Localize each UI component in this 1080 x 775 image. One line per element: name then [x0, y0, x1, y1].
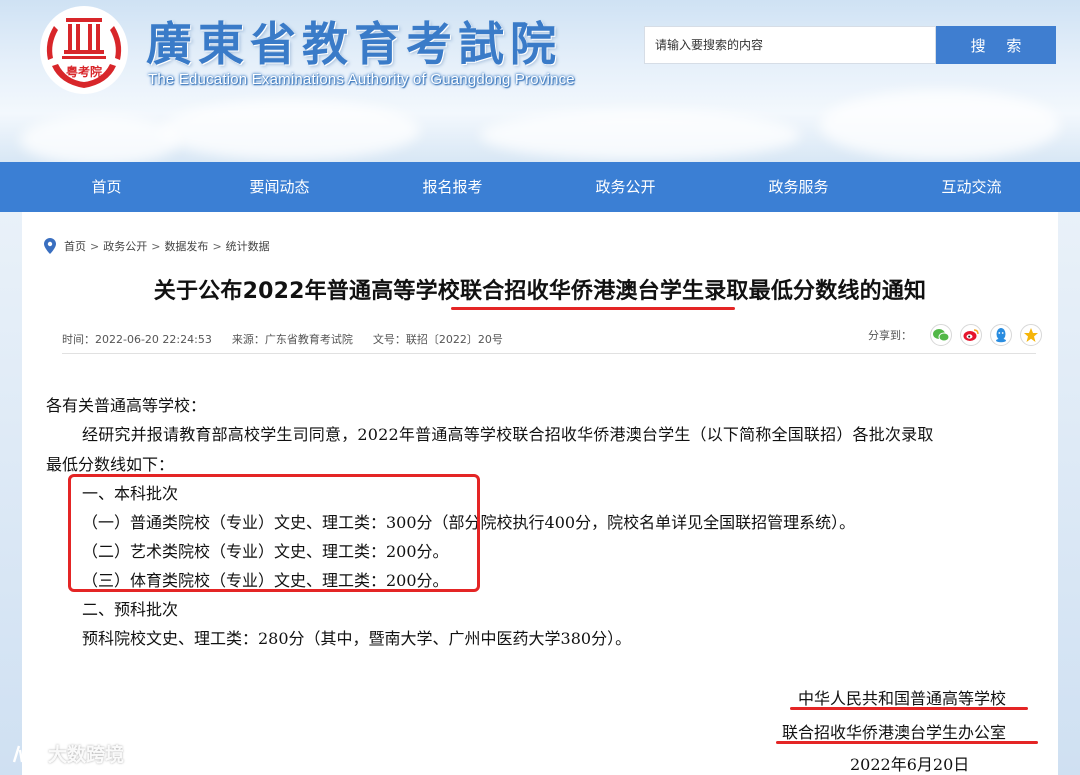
- signature-underline-1: [790, 707, 1028, 710]
- location-pin-icon: [44, 238, 56, 254]
- wechat-icon[interactable]: [930, 324, 952, 346]
- site-title: 廣東省教育考試院: [146, 17, 562, 71]
- intro-paragraph-line2: 最低分数线如下：: [46, 455, 175, 474]
- nav-item-interaction[interactable]: 互动交流: [885, 162, 1058, 212]
- qzone-star-icon[interactable]: [1020, 324, 1042, 346]
- article-title: 关于公布2022年普通高等学校联合招收华侨港澳台学生录取最低分数线的通知: [153, 279, 927, 304]
- qq-icon[interactable]: [990, 324, 1012, 346]
- watermark: 大数跨境: [10, 740, 124, 767]
- breadcrumb-separator: >: [90, 239, 100, 253]
- site-header: 粤考院 廣東省教育考試院 The Education Examinations …: [0, 0, 1080, 162]
- preparatory-line: 预科院校文史、理工类：280分（其中，暨南大学、广州中医药大学380分）。: [82, 629, 632, 648]
- breadcrumb-separator: >: [212, 239, 222, 253]
- nav-item-services[interactable]: 政务服务: [712, 162, 885, 212]
- title-highlight-underline: [451, 307, 735, 310]
- share-bar: 分享到：: [868, 323, 1042, 347]
- article-meta: 时间：2022-06-20 22:24:53 来源：广东省教育考试院 文号：联招…: [62, 331, 523, 347]
- main-nav: 首页 要闻动态 报名报考 政务公开 政务服务 互动交流: [0, 162, 1080, 212]
- breadcrumb-data-release[interactable]: 数据发布: [164, 238, 208, 254]
- article-source: 来源：广东省教育考试院: [231, 333, 353, 346]
- breadcrumb-statistics[interactable]: 统计数据: [226, 238, 270, 254]
- breadcrumb-public-affairs[interactable]: 政务公开: [103, 238, 147, 254]
- meta-divider: [62, 353, 1036, 354]
- signature-line1: 中华人民共和国普通高等学校: [798, 689, 1007, 708]
- nav-item-registration[interactable]: 报名报考: [366, 162, 539, 212]
- breadcrumb: 首页 > 政务公开 > 数据发布 > 统计数据: [44, 238, 270, 254]
- signature-date: 2022年6月20日: [850, 755, 970, 774]
- watermark-logo-icon: [12, 745, 48, 762]
- section-heading-preparatory: 二、预科批次: [82, 600, 179, 619]
- signature-underline-2: [776, 741, 1038, 744]
- document-number: 文号：联招〔2022〕20号: [372, 333, 503, 346]
- salutation: 各有关普通高等学校：: [46, 396, 207, 415]
- publish-time: 时间：2022-06-20 22:24:53: [62, 333, 212, 346]
- site-subtitle: The Education Examinations Authority of …: [148, 71, 575, 88]
- highlight-box-undergraduate: [68, 474, 480, 592]
- breadcrumb-home[interactable]: 首页: [64, 238, 86, 254]
- search-button[interactable]: 搜 索: [936, 26, 1056, 64]
- logo-emblem[interactable]: 粤考院: [38, 4, 130, 96]
- search-input[interactable]: [644, 26, 936, 64]
- nav-item-home[interactable]: 首页: [20, 162, 193, 212]
- share-label: 分享到：: [868, 329, 912, 342]
- watermark-text: 大数跨境: [48, 744, 125, 766]
- breadcrumb-separator: >: [151, 239, 161, 253]
- intro-paragraph-line1: 经研究并报请教育部高校学生司同意，2022年普通高等学校联合招收华侨港澳台学生（…: [82, 425, 934, 444]
- weibo-icon[interactable]: [960, 324, 982, 346]
- signature-line2: 联合招收华侨港澳台学生办公室: [782, 723, 1007, 742]
- nav-item-public-affairs[interactable]: 政务公开: [539, 162, 712, 212]
- logo-text: 粤考院: [66, 64, 102, 79]
- nav-item-news[interactable]: 要闻动态: [193, 162, 366, 212]
